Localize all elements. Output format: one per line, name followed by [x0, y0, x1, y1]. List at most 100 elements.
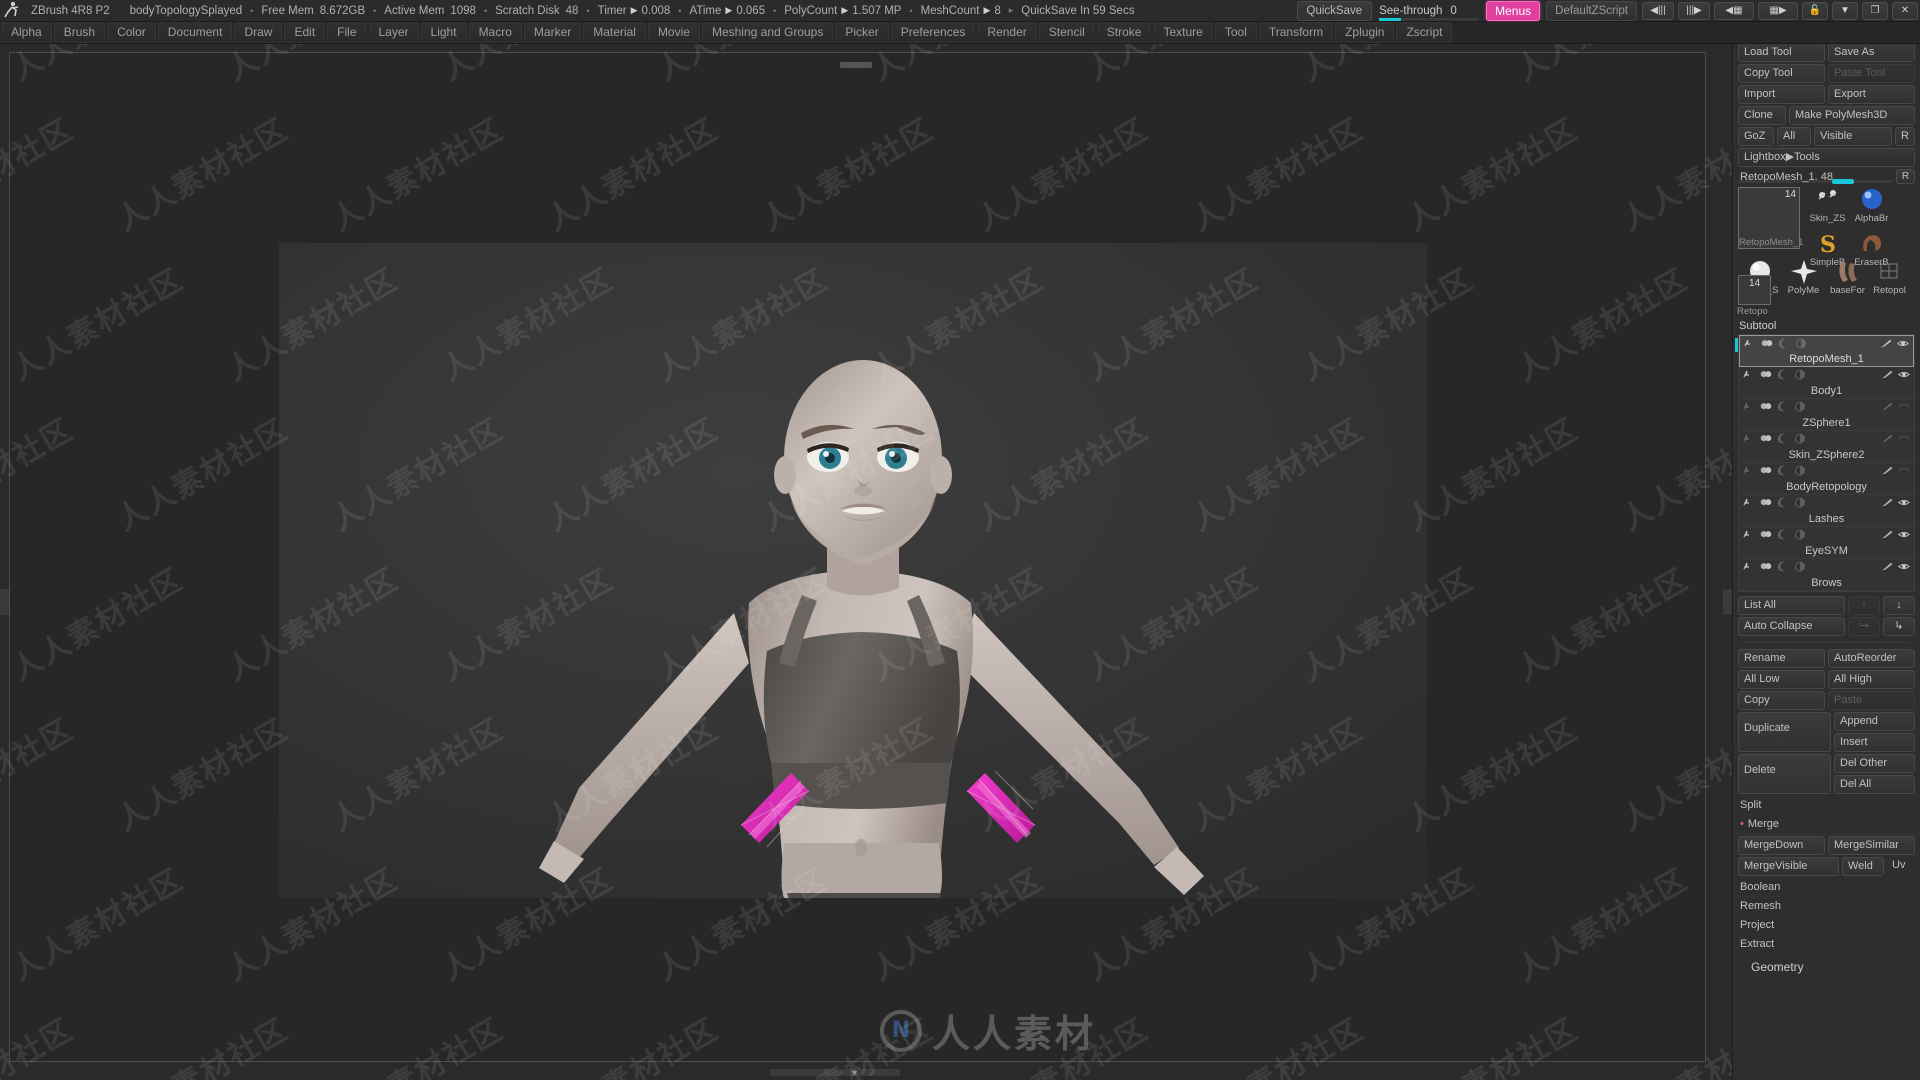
subtool-shadow-icon[interactable] [1777, 369, 1789, 383]
menu-item-movie[interactable]: Movie [647, 22, 700, 43]
subtool-item-lashes[interactable]: Lashes [1739, 495, 1914, 527]
subtool-arrow-icon[interactable] [1743, 369, 1755, 383]
visible-button[interactable]: Visible [1814, 127, 1892, 146]
mergevisible-button[interactable]: MergeVisible [1738, 857, 1839, 876]
insert-button[interactable]: Insert [1834, 733, 1915, 752]
menu-item-macro[interactable]: Macro [468, 22, 522, 43]
rename-button[interactable]: Rename [1738, 649, 1825, 668]
mergedown-button[interactable]: MergeDown [1738, 836, 1825, 855]
subtool-item-icons[interactable] [1743, 529, 1910, 542]
tool-thumbnail-basefor[interactable]: baseFor [1826, 259, 1869, 296]
tool-thumbnail-alphabr[interactable]: AlphaBr [1850, 187, 1893, 224]
subtool-transparency-icon[interactable] [1795, 338, 1807, 352]
subtool-visibility-dots-icon[interactable] [1760, 497, 1772, 511]
menu-item-texture[interactable]: Texture [1153, 22, 1213, 43]
subtool-polypaint-icon[interactable] [1881, 433, 1893, 447]
make-polymesh3d-button[interactable]: Make PolyMesh3D [1789, 106, 1915, 125]
subtool-transparency-icon[interactable] [1794, 465, 1806, 479]
subtool-eye-icon[interactable] [1898, 401, 1910, 415]
menu-item-zscript[interactable]: Zscript [1396, 22, 1453, 43]
scroll-right-icon[interactable]: |||▶ [1678, 1, 1710, 20]
menu-item-stencil[interactable]: Stencil [1038, 22, 1095, 43]
menu-item-stroke[interactable]: Stroke [1096, 22, 1152, 43]
r-button[interactable]: R [1895, 127, 1915, 146]
subtool-eye-icon[interactable] [1898, 561, 1910, 575]
menu-item-zplugin[interactable]: Zplugin [1335, 22, 1395, 43]
menu-item-marker[interactable]: Marker [523, 22, 582, 43]
restore-icon[interactable]: ❐ [1862, 1, 1888, 20]
next-tray-icon[interactable]: ▦▶ [1758, 1, 1798, 20]
subtool-item-skin-zsphere2[interactable]: Skin_ZSphere2 [1739, 431, 1914, 463]
canvas-scroll-caret-icon[interactable]: ▼ [850, 1068, 859, 1078]
subtool-transparency-icon[interactable] [1794, 529, 1806, 543]
subtool-eye-icon[interactable] [1897, 338, 1909, 352]
subtool-item-icons[interactable] [1743, 369, 1910, 382]
canvas-scroll-left[interactable] [0, 589, 9, 615]
subtool-shadow-icon[interactable] [1777, 433, 1789, 447]
remesh-section[interactable]: Remesh [1733, 897, 1920, 916]
tool-thumbnail-polyme[interactable]: PolyMe [1782, 259, 1825, 296]
save-as-button[interactable]: Save As [1828, 43, 1915, 62]
menu-item-layer[interactable]: Layer [368, 22, 419, 43]
menu-item-picker[interactable]: Picker [835, 22, 889, 43]
subtool-transparency-icon[interactable] [1794, 561, 1806, 575]
subtool-arrow-icon[interactable] [1743, 401, 1755, 415]
extract-section[interactable]: Extract [1733, 935, 1920, 954]
uv-button[interactable]: Uv [1887, 857, 1915, 876]
subtool-item-retopomesh-1[interactable]: RetopoMesh_1 [1735, 335, 1914, 367]
subtool-visibility-dots-icon[interactable] [1760, 369, 1772, 383]
all-high-button[interactable]: All High [1828, 670, 1915, 689]
subtool-shadow-icon[interactable] [1777, 529, 1789, 543]
lock-icon[interactable]: 🔓 [1802, 1, 1828, 20]
subtool-eye-icon[interactable] [1898, 369, 1910, 383]
menus-button[interactable]: Menus [1486, 0, 1541, 21]
subtool-polypaint-icon[interactable] [1881, 465, 1893, 479]
subtool-visibility-dots-icon[interactable] [1761, 338, 1773, 352]
subtool-eye-icon[interactable] [1898, 529, 1910, 543]
subtool-arrow-icon[interactable] [1743, 465, 1755, 479]
tool-thumbnail-retopol[interactable]: Retopol [1868, 259, 1911, 296]
import-button[interactable]: Import [1738, 85, 1825, 104]
subtool-list[interactable]: RetopoMesh_1 Body1 ZSphere1 Skin_ZSphere2 Bo… [1735, 334, 1915, 592]
subtool-item-icons[interactable] [1743, 561, 1910, 574]
minimize-icon[interactable]: ▼ [1832, 1, 1858, 20]
move-down-icon[interactable]: ↓ [1883, 596, 1915, 615]
menu-item-transform[interactable]: Transform [1258, 22, 1334, 43]
canvas-top-handle[interactable] [840, 62, 872, 68]
subtool-shadow-icon[interactable] [1777, 465, 1789, 479]
menu-item-document[interactable]: Document [157, 22, 233, 43]
lightbox-tools-button[interactable]: Lightbox▶Tools [1738, 148, 1915, 167]
subtool-polypaint-icon[interactable] [1881, 561, 1893, 575]
subtool-item-body1[interactable]: Body1 [1739, 367, 1914, 399]
list-all-button[interactable]: List All [1738, 596, 1845, 615]
subtool-polypaint-icon[interactable] [1881, 497, 1893, 511]
menu-item-alpha[interactable]: Alpha [1, 22, 52, 43]
prev-tray-icon[interactable]: ◀▦ [1714, 1, 1754, 20]
subtool-eye-icon[interactable] [1898, 433, 1910, 447]
auto-collapse-button[interactable]: Auto Collapse [1738, 617, 1845, 636]
menu-item-meshing-and-groups[interactable]: Meshing and Groups [701, 22, 834, 43]
selected-tool-thumbnail[interactable]: 14 RetopoMesh_1 [1738, 187, 1803, 249]
subtool-polypaint-icon[interactable] [1880, 338, 1892, 352]
load-tool-button[interactable]: Load Tool [1738, 43, 1825, 62]
subtool-item-eyesym[interactable]: EyeSYM [1739, 527, 1914, 559]
menu-item-brush[interactable]: Brush [53, 22, 106, 43]
tool-thumbnail-skin-zs[interactable]: Skin_ZS [1806, 187, 1849, 224]
see-through-slider[interactable]: See-through 0 [1379, 1, 1480, 21]
subtool-arrow-icon[interactable] [1743, 497, 1755, 511]
geometry-section[interactable]: Geometry [1733, 954, 1920, 974]
clone-button[interactable]: Clone [1738, 106, 1786, 125]
subtool-item-bodyretopology[interactable]: BodyRetopology [1739, 463, 1914, 495]
quicksave-button[interactable]: QuickSave [1296, 0, 1373, 21]
export-button[interactable]: Export [1828, 85, 1915, 104]
goz-button[interactable]: GoZ [1738, 127, 1774, 146]
subtool-polypaint-icon[interactable] [1881, 369, 1893, 383]
delete-button[interactable]: Delete [1738, 754, 1831, 794]
subtool-item-icons[interactable] [1743, 433, 1910, 446]
split-section[interactable]: Split [1733, 796, 1920, 815]
subtool-item-icons[interactable] [1743, 497, 1910, 510]
canvas-area[interactable]: ↻ ▼ [0, 44, 1732, 1080]
subtool-visibility-dots-icon[interactable] [1760, 529, 1772, 543]
subtool-shadow-icon[interactable] [1777, 561, 1789, 575]
subtool-arrow-icon[interactable] [1743, 529, 1755, 543]
